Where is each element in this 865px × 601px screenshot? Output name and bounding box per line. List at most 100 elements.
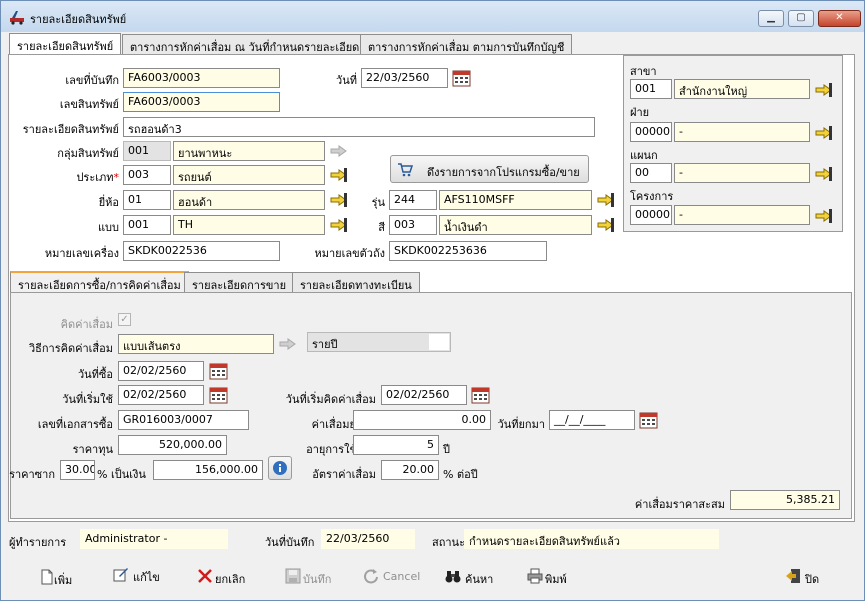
project-code-field[interactable]: 00000 (630, 205, 672, 225)
asset-detail-label: รายละเอียดสินทรัพย์ (22, 123, 119, 136)
cancel-entry-button[interactable]: ยกเลิก (197, 565, 257, 589)
subtab-registration-detail[interactable]: รายละเอียดทางทะเบียน (292, 272, 420, 292)
carry-depreciation-field[interactable]: 0.00 (353, 410, 491, 430)
fetch-from-purchase-button[interactable]: ดึงรายการจากโปรแกรมซื้อ/ขาย (390, 155, 589, 183)
purchase-doc-label: เลขที่เอกสารซื้อ (37, 418, 113, 431)
use-date-label: วันที่เริ่มใช้ (62, 393, 113, 406)
type-code-field[interactable]: 003 (123, 165, 171, 185)
lookup-icon[interactable] (814, 164, 834, 184)
depreciation-rate-field[interactable]: 20.00 (381, 460, 439, 480)
calc-depreciation-checkbox[interactable]: ✓ (118, 313, 131, 326)
calc-depreciation-label: คิดค่าเสื่อม (60, 318, 113, 331)
method-field: แบบเส้นตรง (118, 334, 274, 354)
model-code-field[interactable]: 244 (389, 190, 437, 210)
lookup-icon[interactable] (814, 123, 834, 143)
department-name-field: - (674, 163, 810, 183)
brand-name-field: ฮอนด้า (173, 190, 325, 210)
salvage-amount-field[interactable]: 156,000.00 (153, 460, 263, 480)
style-label: แบบ (97, 221, 119, 234)
cancel-button[interactable]: Cancel (363, 565, 423, 589)
lookup-icon[interactable] (596, 190, 616, 210)
subtab-purchase-depreciation[interactable]: รายละเอียดการซื้อ/การคิดค่าเสื่อม (10, 271, 189, 293)
edit-label: แก้ไข (133, 571, 160, 584)
lookup-icon[interactable] (814, 80, 834, 100)
calendar-icon[interactable] (452, 69, 471, 87)
asset-no-label: เลขสินทรัพย์ (59, 98, 119, 111)
subtab-sale-detail[interactable]: รายละเอียดการขาย (184, 272, 295, 292)
branch-name-field: สำนักงานใหญ่ (674, 79, 810, 99)
asset-detail-field[interactable]: รถฮอนด้า3 (123, 117, 595, 137)
salvage-percent-field[interactable]: 30.00 (60, 460, 95, 480)
branch-code-field[interactable]: 001 (630, 79, 672, 99)
depreciation-rate-label: อัตราค่าเสื่อม (312, 468, 376, 481)
edit-button[interactable]: แก้ไข (113, 563, 173, 587)
exit-door-icon (786, 569, 800, 583)
department-code-field[interactable]: 00 (630, 163, 672, 183)
department-label: แผนก (630, 149, 658, 162)
calendar-icon[interactable] (209, 386, 228, 404)
edit-icon (113, 568, 128, 582)
close-window-button[interactable]: ✕ (818, 10, 861, 27)
model-label: รุ่น (371, 196, 385, 209)
use-date-field[interactable]: 02/02/2560 (118, 385, 204, 405)
division-name-field: - (674, 122, 810, 142)
lookup-icon[interactable] (329, 190, 349, 210)
new-document-icon (41, 569, 53, 585)
saved-date-label: วันที่บันทึก (265, 536, 315, 549)
fetch-button-label: ดึงรายการจากโปรแกรมซื้อ/ขาย (427, 166, 580, 179)
saved-date-field: 22/03/2560 (321, 529, 415, 549)
asset-group-code-field: 001 (123, 141, 171, 161)
color-code-field[interactable]: 003 (389, 215, 437, 235)
start-depreciation-field[interactable]: 02/02/2560 (381, 385, 467, 405)
save-button[interactable]: บันทึก (285, 565, 345, 589)
carry-date-field[interactable]: __/__/____ (549, 410, 635, 430)
division-label: ฝ่าย (630, 106, 650, 119)
style-code-field[interactable]: 001 (123, 215, 171, 235)
add-button[interactable]: เพิ่ม (39, 566, 99, 590)
close-button[interactable]: ปิด (785, 565, 845, 589)
cost-field[interactable]: 520,000.00 (118, 435, 227, 455)
lookup-icon[interactable] (814, 206, 834, 226)
date-field[interactable]: 22/03/2560 (361, 68, 448, 88)
calendar-icon[interactable] (209, 362, 228, 380)
purchase-doc-field[interactable]: GR016003/0007 (118, 410, 249, 430)
save-disk-icon (285, 568, 301, 584)
delete-x-icon (198, 569, 212, 583)
state-label: สถานะ (432, 536, 465, 549)
add-label: เพิ่ม (54, 574, 73, 587)
useful-life-field[interactable]: 5 (353, 435, 439, 455)
date-label: วันที่ (336, 74, 357, 87)
lookup-icon[interactable] (596, 215, 616, 235)
brand-code-field[interactable]: 01 (123, 190, 171, 210)
minimize-button[interactable]: ▁ (758, 10, 784, 27)
tab-depreciation-schedule-by-date[interactable]: ตารางการหักค่าเสื่อม ณ วันที่กำหนดรายละเ… (122, 34, 368, 54)
tab-asset-detail[interactable]: รายละเอียดสินทรัพย์ (9, 33, 122, 55)
lookup-icon[interactable] (329, 165, 349, 185)
record-no-field[interactable]: FA6003/0003 (123, 68, 280, 88)
depreciation-panel (10, 292, 852, 519)
salvage-mid-label: % เป็นเงิน (97, 468, 146, 481)
cancel-entry-label: ยกเลิก (215, 573, 246, 586)
style-name-field: TH (173, 215, 325, 235)
tab-depreciation-schedule-by-posting[interactable]: ตารางการหักค่าเสื่อม ตามการบันทึกบัญชี (360, 34, 573, 54)
calendar-icon[interactable] (471, 386, 490, 404)
chassis-no-field[interactable]: SKDK002253636 (389, 241, 547, 261)
asset-no-field[interactable]: FA6003/0003 (123, 92, 280, 112)
lookup-icon[interactable] (329, 215, 349, 235)
period-value: รายปี (312, 338, 338, 351)
window-title: รายละเอียดสินทรัพย์ (30, 13, 127, 26)
division-code-field[interactable]: 00000 (630, 122, 672, 142)
calendar-icon[interactable] (639, 411, 658, 429)
print-button[interactable]: พิมพ์ (527, 565, 587, 589)
branch-label: สาขา (630, 65, 657, 78)
project-label: โครงการ (630, 190, 674, 203)
print-label: พิมพ์ (545, 573, 567, 586)
engine-no-field[interactable]: SKDK0022536 (123, 241, 280, 261)
cancel-label: Cancel (383, 570, 421, 583)
cost-label: ราคาทุน (72, 443, 113, 456)
title-bar: รายละเอียดสินทรัพย์ ▁ ▢ ✕ (1, 1, 864, 32)
search-button[interactable]: ค้นหา (445, 565, 505, 589)
maximize-button[interactable]: ▢ (788, 10, 814, 27)
buy-date-field[interactable]: 02/02/2560 (118, 361, 204, 381)
user-label: ผู้ทำรายการ (9, 536, 67, 549)
